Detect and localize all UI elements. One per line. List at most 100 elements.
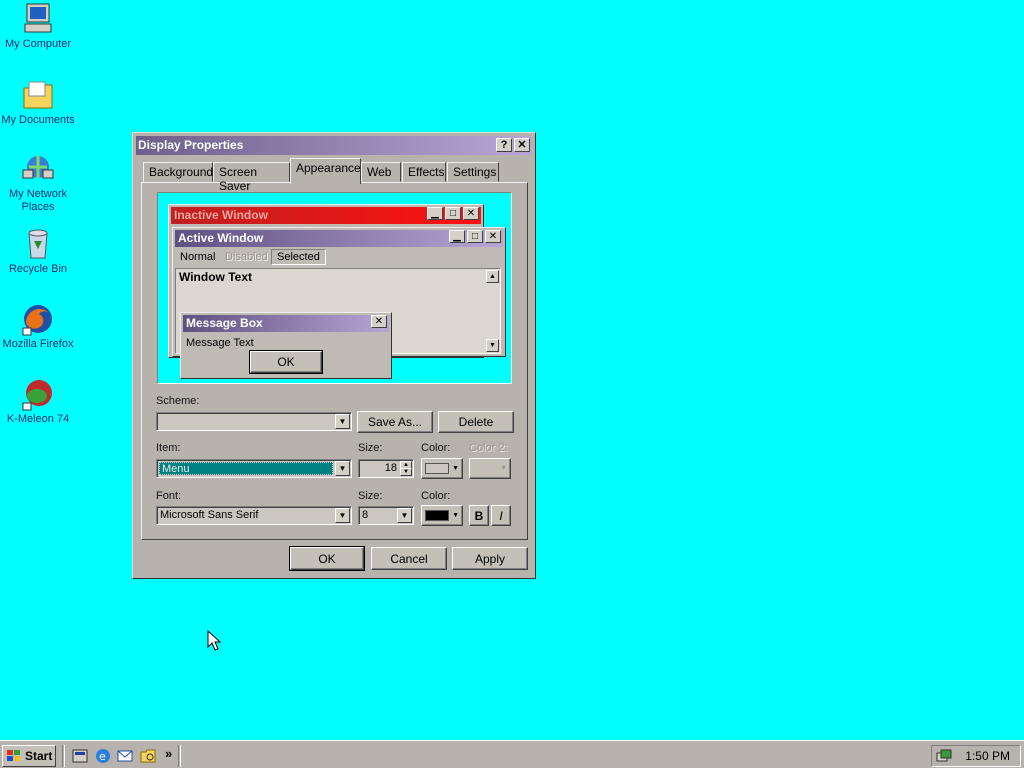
minimize-icon: ▁ — [427, 207, 443, 220]
save-as-button[interactable]: Save As... — [357, 411, 433, 433]
k-meleon-icon — [21, 377, 55, 411]
explorer-icon[interactable] — [139, 747, 157, 765]
start-button[interactable]: Start — [2, 745, 56, 767]
chevron-down-icon: ▼ — [500, 465, 507, 472]
preview-message-box[interactable]: Message Box ✕ Message Text OK — [180, 312, 392, 379]
ok-button[interactable]: OK — [289, 546, 365, 571]
color-swatch — [425, 463, 449, 474]
item-size-label: Size: — [358, 442, 383, 454]
font-color-button[interactable]: ▼ — [421, 505, 463, 526]
tab-screen-saver[interactable]: Screen Saver — [213, 162, 290, 193]
font-value: Microsoft Sans Serif — [160, 509, 259, 521]
recycle-bin-icon — [21, 227, 55, 261]
preview-msgbox-text: Message Text — [186, 337, 254, 349]
font-color-label: Color: — [421, 490, 451, 502]
close-icon: ✕ — [371, 315, 387, 328]
item-color-button[interactable]: ▼ — [421, 458, 463, 479]
chevron-down-icon: ▼ — [452, 512, 459, 519]
bold-button[interactable]: B — [469, 505, 489, 526]
help-button[interactable]: ? — [496, 138, 512, 152]
preview-msgbox-title-bar: Message Box — [183, 315, 389, 332]
color-swatch — [425, 510, 449, 521]
item-value: Menu — [159, 462, 333, 475]
chevron-down-icon: ▼ — [452, 465, 459, 472]
start-label: Start — [25, 749, 53, 763]
desktop-icon-label: My Computer — [4, 38, 72, 50]
item-color2-button: ▼ — [469, 458, 511, 479]
chevron-down-icon[interactable]: ▼ — [397, 508, 412, 523]
delete-button[interactable]: Delete — [438, 411, 514, 433]
window-title: Display Properties — [138, 138, 244, 152]
network-icon — [21, 152, 55, 186]
mouse-cursor-icon — [207, 629, 222, 655]
desktop-icon-label: My Network Places — [8, 188, 68, 213]
computer-icon — [21, 2, 55, 36]
scheme-label: Scheme: — [156, 395, 200, 407]
close-icon: ✕ — [517, 139, 527, 151]
desktop-icon-firefox[interactable]: Mozilla Firefox — [0, 302, 76, 351]
appearance-preview[interactable]: Inactive Window ▁ □ ✕ Active Window ▁ □ … — [157, 192, 512, 384]
preview-menu-normal: Normal — [180, 251, 216, 263]
desktop-icon-my-computer[interactable]: My Computer — [0, 2, 76, 51]
tab-effects[interactable]: Effects — [402, 162, 446, 182]
desktop-icon-label: Recycle Bin — [8, 263, 68, 275]
cancel-button[interactable]: Cancel — [371, 547, 447, 570]
close-button[interactable]: ✕ — [514, 138, 530, 152]
preview-menu-selected: Selected — [271, 249, 326, 265]
quick-launch-divider — [62, 745, 65, 767]
scroll-up-icon: ▲ — [486, 270, 499, 283]
desktop-icon-recycle-bin[interactable]: Recycle Bin — [0, 227, 76, 276]
font-size-select[interactable]: 8 ▼ — [358, 506, 414, 525]
scroll-down-icon: ▼ — [486, 339, 499, 352]
item-size-value: 18 — [384, 462, 397, 474]
network-status-icon[interactable] — [936, 748, 952, 764]
scheme-select[interactable]: ▼ — [156, 412, 352, 431]
tab-settings[interactable]: Settings — [447, 162, 499, 182]
show-desktop-icon[interactable] — [71, 747, 89, 765]
tab-web[interactable]: Web — [361, 162, 401, 182]
preview-msgbox-ok-button: OK — [249, 350, 323, 374]
spin-down-icon[interactable]: ▼ — [400, 468, 412, 476]
desktop-icon-my-documents[interactable]: My Documents — [0, 78, 76, 127]
desktop-icon-label: My Documents — [1, 114, 75, 126]
maximize-icon: □ — [467, 230, 483, 243]
window-title-bar[interactable]: Display Properties ? ✕ — [136, 136, 532, 155]
desktop-icon-network-places[interactable]: My Network Places — [0, 152, 76, 214]
font-label: Font: — [156, 490, 182, 502]
font-select[interactable]: Microsoft Sans Serif ▼ — [156, 506, 352, 525]
preview-msgbox-title: Message Box — [186, 316, 263, 330]
desktop-icon-k-meleon[interactable]: K-Meleon 74 — [0, 377, 76, 426]
italic-button[interactable]: I — [491, 505, 511, 526]
preview-active-title: Active Window — [178, 231, 264, 245]
chevron-down-icon[interactable]: ▼ — [335, 461, 350, 476]
item-select[interactable]: Menu ▼ — [156, 459, 352, 478]
preview-inactive-title: Inactive Window — [174, 208, 268, 222]
task-area-divider — [178, 745, 181, 767]
chevron-down-icon[interactable]: ▼ — [335, 508, 350, 523]
preview-window-text: Window Text — [179, 270, 252, 284]
desktop-icon-label: Mozilla Firefox — [2, 338, 74, 350]
help-icon: ? — [500, 139, 508, 151]
tab-appearance[interactable]: Appearance — [290, 158, 361, 184]
apply-button[interactable]: Apply — [452, 547, 528, 570]
item-size-stepper[interactable]: 18 ▲ ▼ — [358, 459, 414, 478]
outlook-express-icon[interactable] — [116, 747, 134, 765]
tab-background[interactable]: Background — [143, 162, 213, 182]
windows-logo-icon — [6, 749, 22, 763]
system-tray: 1:50 PM — [931, 745, 1021, 767]
item-color2-label: Color 2: — [469, 442, 508, 454]
quick-launch-more-button[interactable]: » — [165, 746, 172, 761]
preview-menu-disabled: Disabled — [225, 251, 268, 263]
chevron-down-icon[interactable]: ▼ — [335, 414, 350, 429]
clock[interactable]: 1:50 PM — [965, 749, 1010, 763]
taskbar: Start e » 1:50 PM — [0, 740, 1024, 768]
item-color-label: Color: — [421, 442, 451, 454]
folder-icon — [21, 78, 55, 112]
font-size-value: 8 — [362, 509, 369, 521]
svg-text:e: e — [99, 750, 106, 763]
internet-explorer-icon[interactable]: e — [94, 747, 112, 765]
desktop-icon-label: K-Meleon 74 — [6, 413, 70, 425]
close-icon: ✕ — [463, 207, 479, 220]
close-icon: ✕ — [485, 230, 501, 243]
maximize-icon: □ — [445, 207, 461, 220]
